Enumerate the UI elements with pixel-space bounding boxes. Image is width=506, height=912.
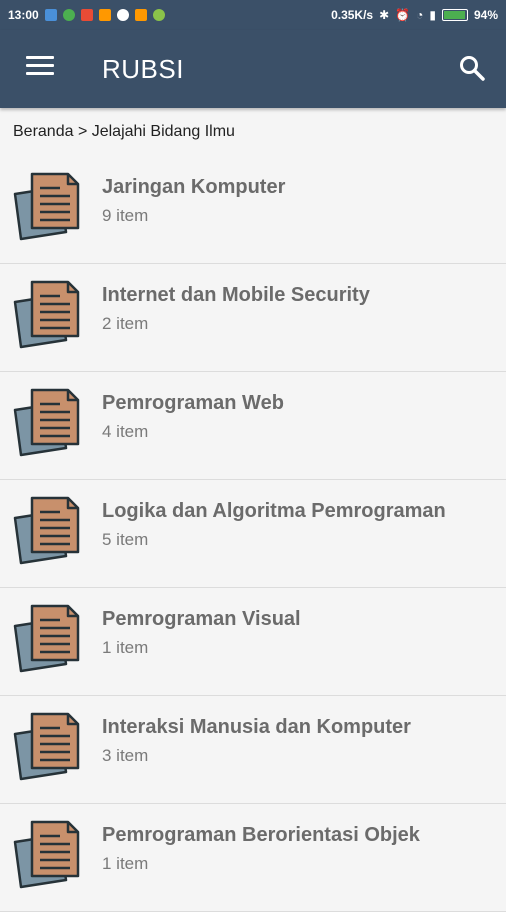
- category-item[interactable]: Internet dan Mobile Security 2 item: [0, 264, 506, 372]
- document-icon: [13, 280, 80, 349]
- category-count: 1 item: [102, 638, 149, 657]
- notification-icon: [44, 9, 57, 21]
- app-title: RUBSI: [102, 54, 184, 84]
- signal-icon: ▮: [429, 8, 436, 22]
- battery-icon: [441, 9, 468, 21]
- category-item[interactable]: Logika dan Algoritma Pemrograman 5 item: [0, 480, 506, 588]
- category-count: 2 item: [102, 314, 149, 333]
- status-right: 0.35K/s ✱ ⏰ ◔ ▮ 94%: [331, 8, 498, 22]
- search-button[interactable]: [458, 54, 486, 82]
- category-title: Interaksi Manusia dan Komputer: [102, 716, 411, 738]
- menu-icon-line: [26, 64, 54, 67]
- document-icon: [13, 820, 80, 889]
- category-count: 3 item: [102, 746, 149, 765]
- category-item[interactable]: Pemrograman Web 4 item: [0, 372, 506, 480]
- notification-icon: [62, 9, 75, 21]
- notification-icon: [134, 9, 147, 21]
- category-title: Pemrograman Web: [102, 392, 284, 414]
- category-count: 5 item: [102, 530, 149, 549]
- category-count: 9 item: [102, 206, 149, 225]
- network-speed: 0.35K/s: [331, 8, 374, 22]
- category-count: 1 item: [102, 854, 149, 873]
- category-title: Internet dan Mobile Security: [102, 284, 370, 306]
- category-title: Pemrograman Berorientasi Objek: [102, 824, 420, 846]
- category-item[interactable]: Jaringan Komputer 9 item: [0, 156, 506, 264]
- menu-icon-line: [26, 56, 54, 59]
- document-icon: [13, 712, 80, 781]
- status-time: 13:00: [8, 8, 39, 22]
- menu-button[interactable]: [26, 56, 54, 80]
- category-title: Logika dan Algoritma Pemrograman: [102, 500, 446, 522]
- notification-icon: [98, 9, 111, 21]
- app-bar: RUBSI: [0, 30, 506, 108]
- battery-level: [443, 11, 465, 19]
- category-count: 4 item: [102, 422, 149, 441]
- document-icon: [13, 604, 80, 673]
- document-icon: [13, 172, 80, 241]
- search-icon: [460, 56, 485, 81]
- category-list: Jaringan Komputer 9 item Internet dan Mo…: [0, 156, 506, 912]
- chrome-icon: [116, 9, 129, 21]
- wifi-icon: ◔: [416, 8, 424, 22]
- status-left: 13:00: [8, 8, 165, 22]
- menu-icon-line: [26, 72, 54, 75]
- category-item[interactable]: Interaksi Manusia dan Komputer 3 item: [0, 696, 506, 804]
- document-icon: [13, 388, 80, 457]
- category-title: Pemrograman Visual: [102, 608, 301, 630]
- notification-icon: [80, 9, 93, 21]
- android-icon: [152, 9, 165, 21]
- category-item[interactable]: Pemrograman Berorientasi Objek 1 item: [0, 804, 506, 912]
- alarm-icon: ⏰: [395, 8, 411, 22]
- battery-percent: 94%: [473, 8, 498, 22]
- category-item[interactable]: Pemrograman Visual 1 item: [0, 588, 506, 696]
- document-icon: [13, 496, 80, 565]
- breadcrumb: Beranda > Jelajahi Bidang Ilmu: [13, 123, 235, 140]
- category-title: Jaringan Komputer: [102, 176, 286, 198]
- bluetooth-icon: ✱: [379, 8, 390, 22]
- status-bar: 13:00 0.35K/s ✱ ⏰ ◔ ▮ 94%: [0, 0, 506, 30]
